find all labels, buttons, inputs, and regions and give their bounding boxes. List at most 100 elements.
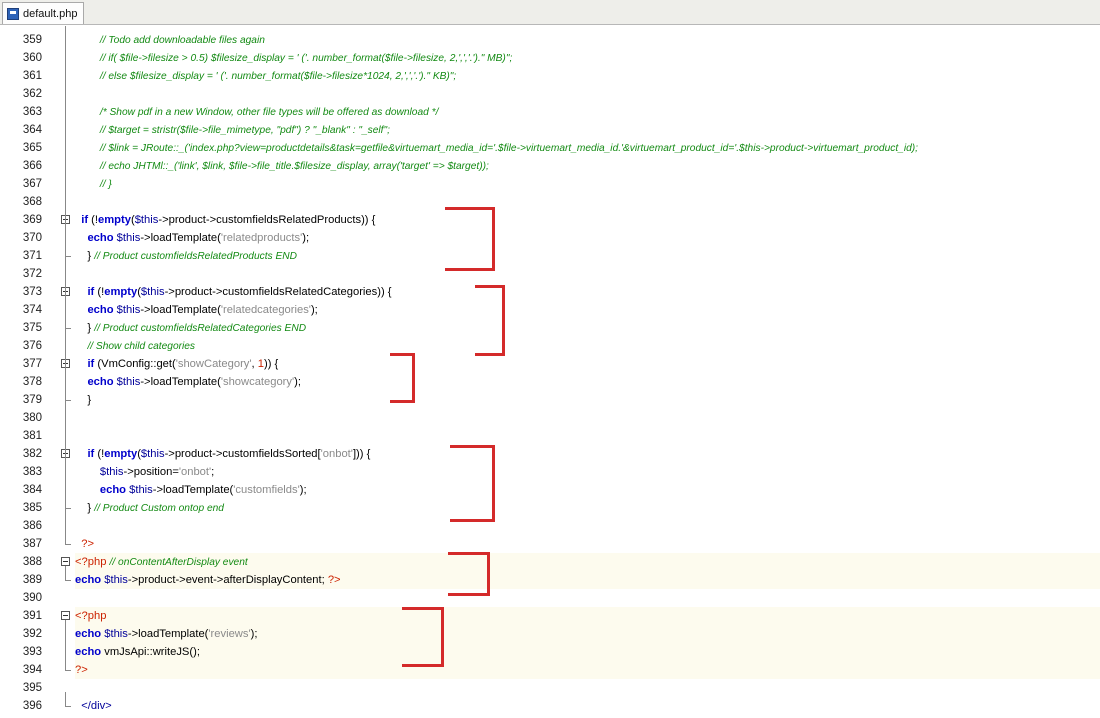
code-token: } xyxy=(75,502,95,514)
code-token: $this xyxy=(134,214,159,226)
line-number: 382 xyxy=(22,448,42,460)
fold-end-marker xyxy=(65,544,71,545)
line-number: 366 xyxy=(22,160,42,172)
code-token: ); xyxy=(302,232,310,244)
code-line: // Todo add downloadable files again xyxy=(75,31,1100,49)
code-token: ?> xyxy=(327,574,341,586)
code-line: if (VmConfig::get('showCategory', 1)) { xyxy=(75,355,1100,373)
code-token: // echo JHTMl::_('link', $link, $file->f… xyxy=(99,161,489,172)
code-token: 'showCategory' xyxy=(175,358,252,370)
code-line: ?> xyxy=(75,535,1100,553)
line-number: 395 xyxy=(22,682,42,694)
annotation-bracket xyxy=(448,552,490,596)
code-token: 'onbot' xyxy=(320,448,353,460)
annotation-bracket xyxy=(445,207,495,271)
code-editor[interactable]: 359 360 361 362 363 364 365 366 367 368 369 370 371 3… xyxy=(0,25,1100,718)
fold-toggle-icon[interactable] xyxy=(61,611,70,620)
code-token: ])) { xyxy=(352,448,371,460)
code-token: 'onbot' xyxy=(178,466,212,478)
line-number: 363 xyxy=(22,106,42,118)
code-token: empty xyxy=(104,448,138,460)
code-line: ?> xyxy=(75,661,1100,679)
fold-margin xyxy=(57,25,75,718)
line-number: 360 xyxy=(22,52,42,64)
code-token: (! xyxy=(94,448,105,460)
code-line: // } xyxy=(75,175,1100,193)
line-number: 376 xyxy=(22,340,42,352)
line-number: 391 xyxy=(22,610,42,622)
line-number: 374 xyxy=(22,304,42,316)
code-token: echo xyxy=(87,376,114,388)
code-token: $this xyxy=(140,448,165,460)
line-number: 372 xyxy=(22,268,42,280)
line-number: 390 xyxy=(22,592,42,604)
fold-end-marker xyxy=(65,706,71,707)
code-line: echo vmJsApi::writeJS(); xyxy=(75,643,1100,661)
line-number: 379 xyxy=(22,394,42,406)
code-token: // else $filesize_display = ' ('. number… xyxy=(99,71,457,82)
code-token: // Product customfieldsRelatedProducts E… xyxy=(94,251,297,262)
code-token: $this xyxy=(140,286,165,298)
code-token: // $target = stristr($file->file_mimetyp… xyxy=(99,125,390,136)
code-line: } xyxy=(75,391,1100,409)
fold-end-marker xyxy=(65,580,71,581)
line-number: 375 xyxy=(22,322,42,334)
code-token: ?> xyxy=(75,664,88,676)
code-token: 'reviews' xyxy=(208,628,251,640)
fold-guide xyxy=(65,620,66,670)
line-number: 381 xyxy=(22,430,42,442)
code-token: (! xyxy=(88,214,99,226)
fold-guide xyxy=(65,692,66,706)
line-number: 369 xyxy=(22,214,42,226)
code-line: $this->position='onbot'; xyxy=(75,463,1100,481)
line-number: 394 xyxy=(22,664,42,676)
code-area[interactable]: // Todo add downloadable files again // … xyxy=(75,25,1100,718)
annotation-bracket xyxy=(450,445,495,522)
code-line: } // Product customfieldsRelatedProducts… xyxy=(75,247,1100,265)
line-number: 371 xyxy=(22,250,42,262)
line-number: 389 xyxy=(22,574,42,586)
code-token: (! xyxy=(94,286,105,298)
code-token: // onContentAfterDisplay event xyxy=(109,557,248,568)
line-number: 385 xyxy=(22,502,42,514)
code-token: ->product->event->afterDisplayContent; xyxy=(127,574,328,586)
code-token: ->loadTemplate( xyxy=(152,484,234,496)
code-token: 'showcategory' xyxy=(220,376,295,388)
code-line: <?php xyxy=(75,607,1100,625)
code-token: /* Show pdf in a new Window, other file … xyxy=(99,107,439,118)
code-token: 'customfields' xyxy=(233,484,300,496)
code-token: ); xyxy=(299,484,307,496)
code-token: ); xyxy=(294,376,301,388)
code-token: vmJsApi::writeJS(); xyxy=(101,646,200,658)
code-line: <?php // onContentAfterDisplay event xyxy=(75,553,1100,571)
code-line: echo $this->loadTemplate('relatedproduct… xyxy=(75,229,1100,247)
code-token: // Show child categories xyxy=(87,341,196,352)
file-tab[interactable]: default.php xyxy=(2,2,85,24)
annotation-bracket xyxy=(402,607,444,667)
annotation-bracket xyxy=(475,285,505,356)
code-token: $this xyxy=(99,466,124,478)
code-token: // $link = JRoute::_('index.php?view=pro… xyxy=(99,143,918,154)
code-line: // $target = stristr($file->file_mimetyp… xyxy=(75,121,1100,139)
code-token: <?php xyxy=(75,556,107,568)
code-token: $this xyxy=(116,376,141,388)
code-token: empty xyxy=(98,214,131,226)
line-number: 370 xyxy=(22,232,42,244)
code-token: // Product customfieldsRelatedCategories… xyxy=(94,323,307,334)
fold-toggle-icon[interactable] xyxy=(61,557,70,566)
code-token: ; xyxy=(211,466,215,478)
code-line: echo $this->loadTemplate('relatedcategor… xyxy=(75,301,1100,319)
code-token: 'relatedproducts' xyxy=(220,232,303,244)
line-number: 396 xyxy=(22,700,42,712)
line-number-gutter: 359 360 361 362 363 364 365 366 367 368 369 370 371 3… xyxy=(0,25,58,718)
line-number: 361 xyxy=(22,70,42,82)
